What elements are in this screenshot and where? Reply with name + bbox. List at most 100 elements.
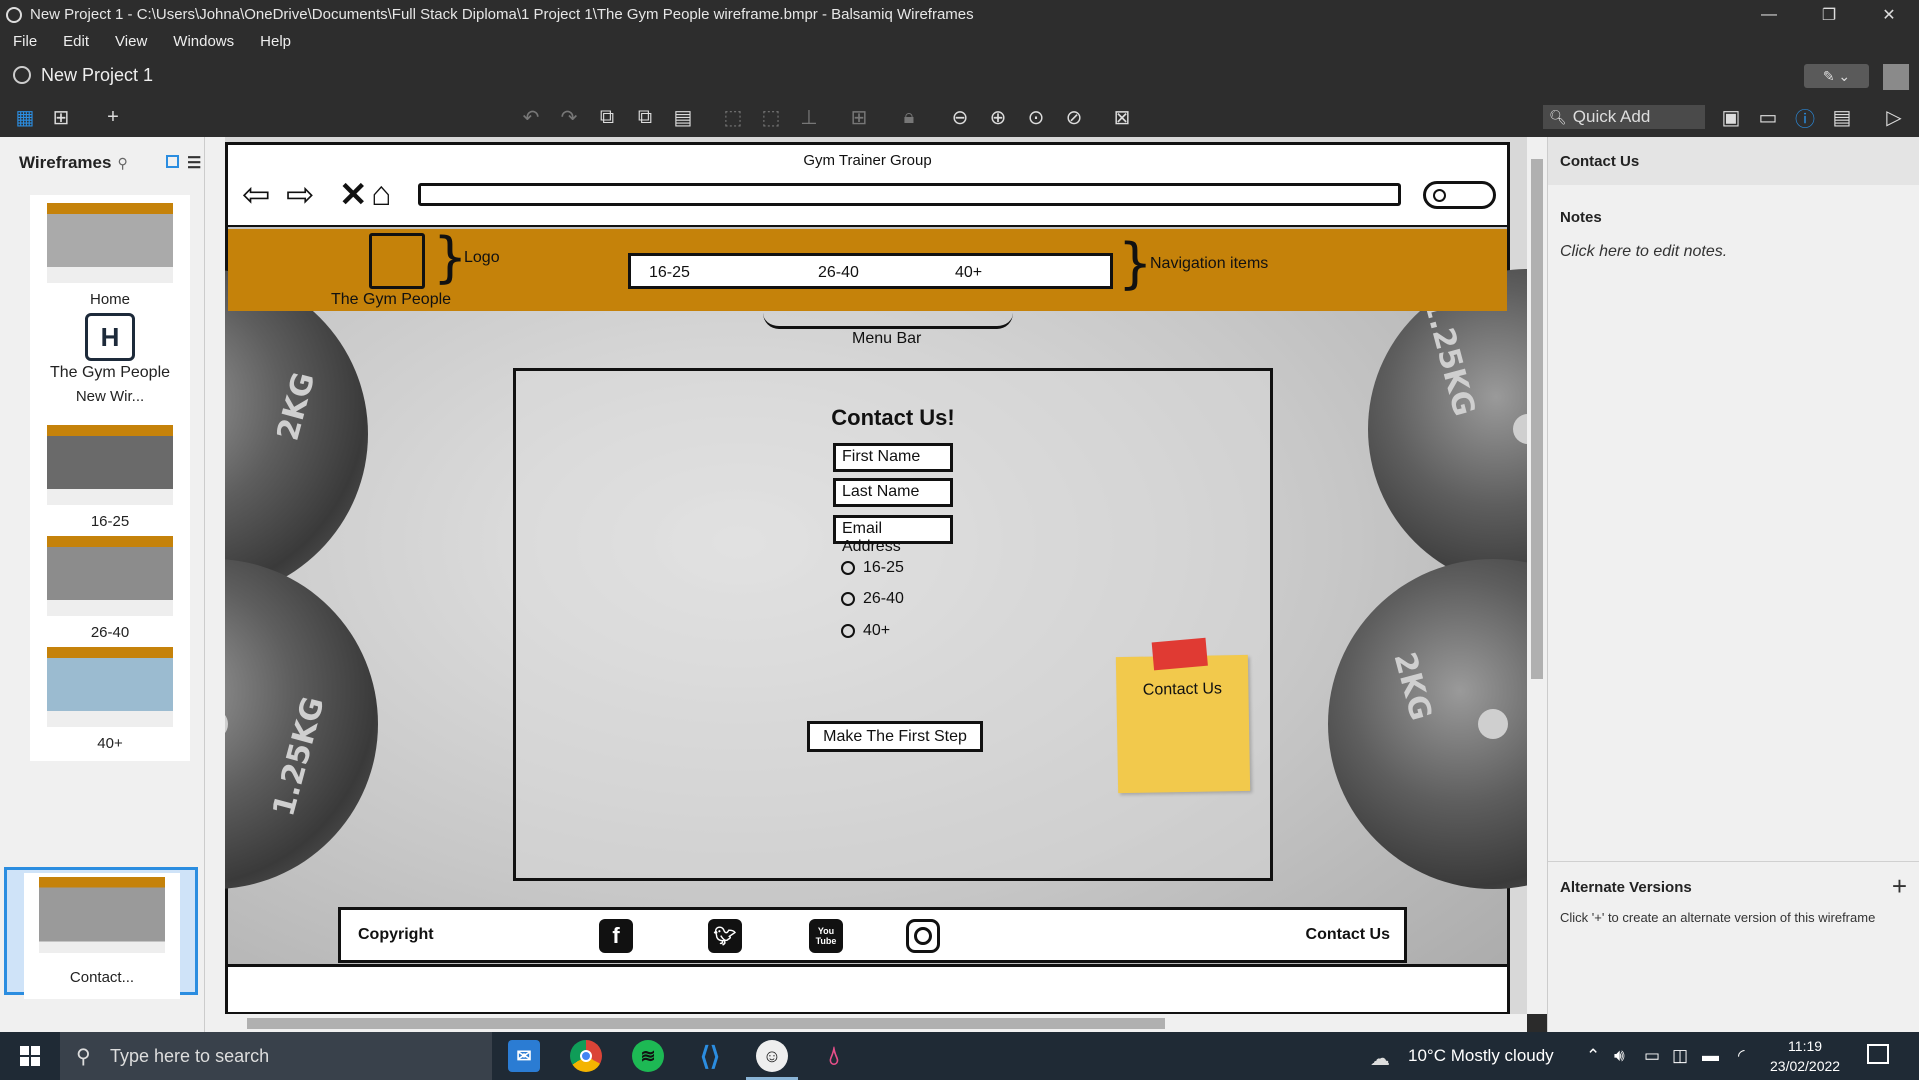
info-icon[interactable]: ⓘ [1792, 104, 1818, 131]
wireframe-thumb-home[interactable]: Home [30, 195, 190, 317]
home-icon[interactable]: ⌂ [371, 175, 392, 214]
wireframe-thumb-16-25[interactable]: 16-25 [30, 417, 190, 539]
paste-icon[interactable]: ▤ [670, 104, 696, 130]
logo-placeholder[interactable] [369, 233, 425, 289]
zoom-out-icon[interactable]: ⊖ [947, 104, 973, 130]
taskbar-search-box[interactable]: ⚲ Type here to search [60, 1032, 492, 1080]
wireframes-scrollbar[interactable] [205, 137, 225, 1032]
zoom-in-icon[interactable]: ⊕ [985, 104, 1011, 130]
wireframe-thumb-26-40[interactable]: 26-40 [30, 528, 190, 650]
add-icon[interactable]: + [100, 104, 126, 130]
browser-mockup[interactable]: Gym Trainer Group ⇦ ⇨ ✕ ⌂ 2KG 1.25KG 1.2… [225, 142, 1527, 1014]
notes-heading: Notes [1560, 209, 1602, 226]
menu-help[interactable]: Help [247, 33, 304, 50]
lock-icon[interactable]: 🔒︎ [896, 104, 922, 130]
nav-item-16-25[interactable]: 16-25 [649, 264, 690, 282]
delete-icon[interactable]: ⊠ [1109, 104, 1135, 130]
toolbar: ▦ ⊞ + ↶ ↷ ⧉ ⧉ ▤ ⬚ ⬚ ⊥ ⊞ 🔒︎ ⊖ ⊕ ⊙ ⊘ ⊠ 🔍︎ … [0, 97, 1919, 137]
browser-search-field[interactable] [1423, 181, 1496, 209]
nav-item-26-40[interactable]: 26-40 [818, 264, 859, 282]
dumbbell-logo-icon: H [85, 313, 135, 361]
submit-button[interactable]: Make The First Step [807, 721, 983, 752]
facebook-icon[interactable]: f [599, 919, 633, 953]
quick-add-input[interactable]: 🔍︎ Quick Add [1543, 105, 1705, 129]
volume-icon[interactable]: 🔊︎ [1614, 1046, 1625, 1066]
menu-file[interactable]: File [0, 33, 50, 50]
cut-icon[interactable]: ⧉ [632, 104, 658, 130]
wireframe-canvas[interactable]: Gym Trainer Group ⇦ ⇨ ✕ ⌂ 2KG 1.25KG 1.2… [225, 137, 1527, 1014]
radio-26-40[interactable]: 26-40 [841, 590, 904, 608]
ungroup-icon[interactable]: ⬚ [758, 104, 784, 130]
weather-icon[interactable]: ☁ [1370, 1046, 1390, 1071]
windows-start-icon[interactable] [20, 1046, 40, 1066]
taskbar-clock[interactable]: 11:19 23/02/2022 [1770, 1036, 1840, 1076]
network-icon[interactable]: ◫ [1672, 1046, 1688, 1066]
copy-icon[interactable]: ⧉ [594, 104, 620, 130]
zoom-fit-icon[interactable]: ⊘ [1061, 104, 1087, 130]
spotify-icon[interactable]: ≋ [632, 1040, 664, 1072]
address-bar[interactable] [418, 183, 1401, 206]
close-button[interactable]: ✕ [1859, 0, 1919, 29]
wireframe-thumb-new[interactable]: H The Gym People New Wir... [30, 306, 190, 428]
restore-button[interactable]: ❐ [1799, 0, 1859, 29]
vscode-icon[interactable]: ⟨⟩ [694, 1040, 726, 1072]
canvas-horizontal-scrollbar[interactable] [225, 1014, 1527, 1032]
undo-icon[interactable]: ↶ [518, 104, 544, 130]
meet-now-icon[interactable]: ▭ [1644, 1046, 1660, 1066]
email-field[interactable]: Email Address [833, 515, 953, 555]
notifications-icon[interactable] [1867, 1044, 1889, 1064]
menu-bar: File Edit View Windows Help [0, 29, 1919, 53]
paint-drop-icon[interactable]: 💧︎ [818, 1040, 850, 1072]
radio-16-25[interactable]: 16-25 [841, 559, 904, 577]
arrange-icon[interactable]: ⊞ [846, 104, 872, 130]
edit-mode-button[interactable]: ✎ ⌄ [1804, 64, 1869, 88]
weather-text[interactable]: 10°C Mostly cloudy [1408, 1046, 1554, 1066]
scrollbar-thumb[interactable] [247, 1018, 1165, 1029]
menu-view[interactable]: View [102, 33, 160, 50]
canvas-vertical-scrollbar[interactable] [1527, 137, 1547, 1014]
wifi-icon[interactable]: ◜ [1738, 1046, 1745, 1066]
scrollbar-thumb[interactable] [1531, 159, 1543, 679]
notes-editor[interactable]: Click here to edit notes. [1560, 243, 1727, 261]
last-name-field[interactable]: Last Name [833, 478, 953, 507]
menu-windows[interactable]: Windows [160, 33, 247, 50]
project-bar: New Project 1 ✎ ⌄ [0, 53, 1919, 97]
radio-40plus[interactable]: 40+ [841, 622, 890, 640]
branch-icon[interactable]: ⚲ [117, 155, 127, 172]
notes-panel-icon[interactable]: ▤ [1829, 104, 1855, 130]
align-icon[interactable]: ⊥ [796, 104, 822, 130]
menu-edit[interactable]: Edit [50, 33, 102, 50]
mail-icon[interactable]: ✉ [508, 1040, 540, 1072]
twitter-icon[interactable]: 🐦︎ [708, 919, 742, 953]
wireframe-thumb-contact[interactable]: Contact... [4, 867, 198, 999]
single-view-icon[interactable]: ▦ [12, 104, 38, 130]
wireframe-thumb-40plus[interactable]: 40+ [30, 639, 190, 761]
add-alternate-version-button[interactable]: + [1892, 871, 1907, 902]
zoom-actual-icon[interactable]: ⊙ [1023, 104, 1049, 130]
minimize-button[interactable]: — [1739, 0, 1799, 29]
project-title[interactable]: New Project 1 [41, 65, 153, 86]
youtube-icon[interactable]: You Tube [809, 919, 843, 953]
stop-icon[interactable]: ✕ [339, 175, 368, 215]
properties-icon[interactable]: ▣ [1718, 104, 1744, 130]
list-view-icon[interactable]: ☰ [187, 153, 201, 173]
sticky-note[interactable]: Contact Us [1115, 637, 1251, 794]
chrome-icon[interactable] [570, 1040, 602, 1072]
first-name-field[interactable]: First Name [833, 443, 953, 472]
wireframe-preview [47, 203, 173, 283]
redo-icon[interactable]: ↷ [556, 104, 582, 130]
grid-view-icon[interactable]: ⊞ [48, 104, 74, 130]
back-arrow-icon[interactable]: ⇦ [242, 175, 271, 215]
group-icon[interactable]: ⬚ [720, 104, 746, 130]
presentation-icon[interactable]: ▷ [1881, 104, 1907, 130]
battery-icon[interactable]: ▬ [1702, 1046, 1719, 1066]
forward-arrow-icon[interactable]: ⇨ [286, 175, 315, 215]
balsamiq-taskbar-icon[interactable]: ☺ [746, 1040, 798, 1080]
user-avatar[interactable] [1883, 64, 1909, 90]
footer-contact-link[interactable]: Contact Us [1306, 926, 1390, 944]
comments-icon[interactable]: ▭ [1755, 104, 1781, 130]
nav-item-40plus[interactable]: 40+ [955, 264, 982, 282]
tray-chevron-icon[interactable]: ⌃ [1586, 1046, 1600, 1066]
thumbnail-view-icon[interactable] [166, 155, 179, 168]
instagram-icon[interactable] [906, 919, 940, 953]
